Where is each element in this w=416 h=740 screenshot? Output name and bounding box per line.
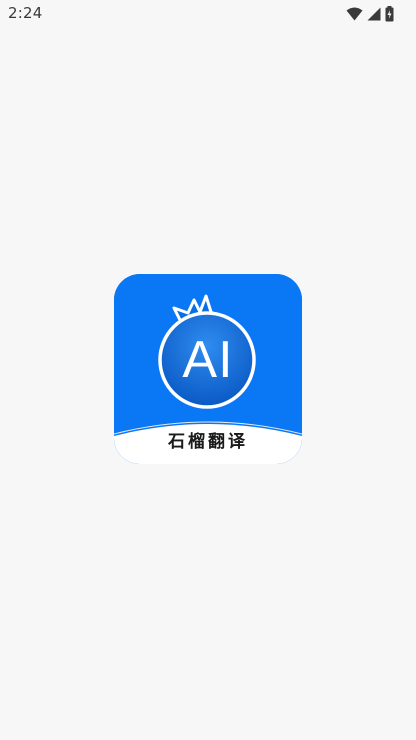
battery-icon bbox=[385, 6, 394, 22]
status-icons bbox=[346, 5, 394, 23]
cellular-signal-icon bbox=[367, 7, 381, 21]
app-name-label: 石榴翻译 bbox=[168, 432, 248, 452]
status-time: 2:24 bbox=[8, 4, 43, 22]
wifi-icon bbox=[346, 7, 363, 21]
splash-screen: 2:24 AI 石榴翻译 bbox=[0, 0, 416, 740]
app-logo: AI 石榴翻译 bbox=[114, 274, 302, 464]
status-bar: 2:24 bbox=[0, 0, 416, 28]
logo-ai-text: AI bbox=[182, 331, 234, 389]
